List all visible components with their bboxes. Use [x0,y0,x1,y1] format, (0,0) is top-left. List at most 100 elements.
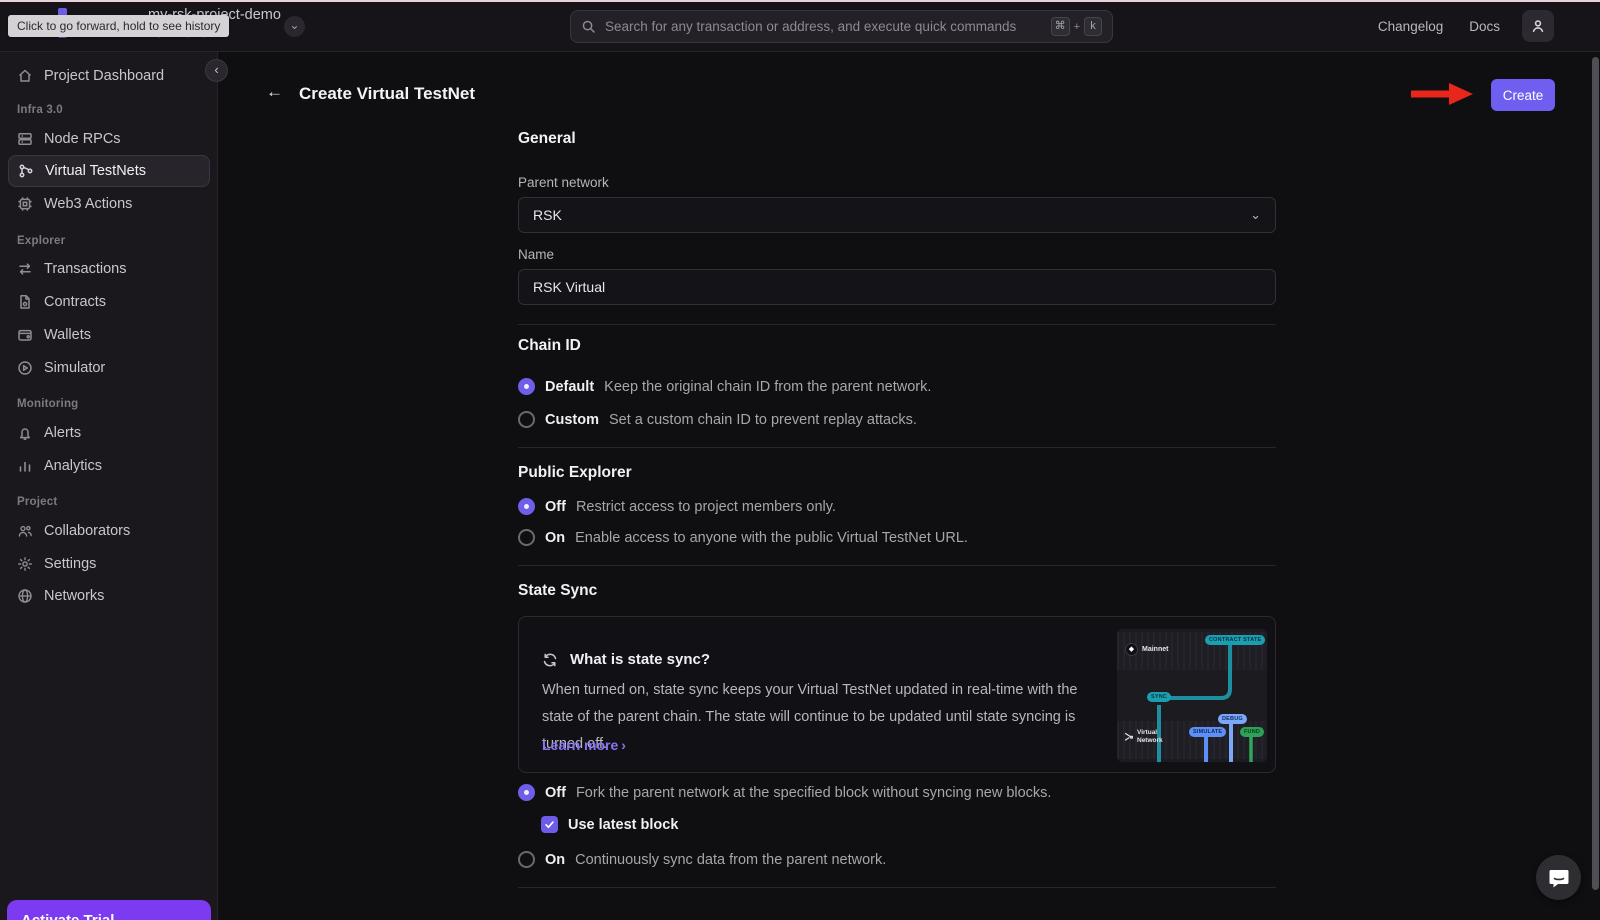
sidebar-item-analytics[interactable]: Analytics [8,450,210,482]
docs-link[interactable]: Docs [1469,19,1500,34]
option-label: On [545,530,565,546]
radio-icon[interactable] [518,378,535,395]
option-desc: Restrict access to project members only. [576,499,836,515]
divider [518,324,1276,325]
sync-badge: SYNC [1147,692,1171,702]
general-heading: General [518,130,1276,148]
cpu-icon [17,196,33,212]
checkbox-checked-icon[interactable] [541,816,558,833]
chevron-right-icon: › [621,737,626,753]
learn-more-label: Learn more [542,737,618,753]
window-top-edge [0,0,1600,2]
sidebar-item-label: Collaborators [44,523,130,539]
radio-public-explorer-off[interactable]: Off Restrict access to project members o… [518,498,1276,515]
fork-icon [1124,732,1133,741]
k-key: k [1084,17,1102,36]
radio-icon[interactable] [518,411,535,428]
history-tooltip: Click to go forward, hold to see history [8,15,229,37]
public-explorer-heading: Public Explorer [518,464,1276,482]
radio-chain-id-default[interactable]: Default Keep the original chain ID from … [518,378,1276,395]
chat-bubble-icon [1547,866,1571,890]
search-icon [581,19,596,34]
sidebar-item-collaborators[interactable]: Collaborators [8,515,210,547]
state-sync-info-body: When turned on, state sync keeps your Vi… [542,677,1102,758]
parent-network-label: Parent network [518,175,1276,190]
mainnet-label: ◆ Mainnet [1125,643,1168,656]
sidebar-item-node-rpcs[interactable]: Node RPCs [8,123,210,155]
search-input[interactable] [605,19,1051,34]
radio-state-sync-off[interactable]: Off Fork the parent network at the speci… [518,784,1276,801]
changelog-link[interactable]: Changelog [1378,19,1443,34]
state-sync-illustration: ◆ Mainnet Virtual Network CONTRACT STATE… [1117,629,1267,762]
divider [518,565,1276,566]
learn-more-link[interactable]: Learn more› [542,737,626,753]
section-label-project: Project [17,496,57,510]
bar-chart-icon [17,458,33,474]
testnet-branch-icon [18,163,34,179]
globe-icon [17,588,33,604]
state-sync-info-title: What is state sync? [570,651,710,668]
sync-icon [542,652,558,668]
sidebar-item-alerts[interactable]: Alerts [8,417,210,449]
play-circle-icon [17,360,33,376]
fund-badge: FUND [1240,727,1264,737]
radio-icon[interactable] [518,784,535,801]
sidebar-item-contracts[interactable]: Contracts [8,286,210,318]
sidebar-item-label: Node RPCs [44,131,121,147]
parent-network-value: RSK [533,207,562,223]
scrollbar-thumb[interactable] [1592,57,1599,890]
chat-widget-button[interactable] [1536,855,1581,900]
option-label: Default [545,379,594,395]
radio-icon[interactable] [518,498,535,515]
contract-state-badge: CONTRACT STATE [1205,635,1265,645]
sidebar-item-wallets[interactable]: Wallets [8,319,210,351]
sidebar-item-virtual-testnets[interactable]: Virtual TestNets [8,155,210,187]
page-title: Create Virtual TestNet [299,84,475,104]
server-icon [17,131,33,147]
option-label: Custom [545,412,599,428]
back-arrow-icon[interactable]: ← [266,82,283,102]
option-desc: Set a custom chain ID to prevent replay … [609,412,917,428]
sidebar-item-simulator[interactable]: Simulator [8,352,210,384]
radio-icon[interactable] [518,851,535,868]
state-sync-info-card: What is state sync? When turned on, stat… [518,616,1276,773]
sidebar-item-settings[interactable]: Settings [8,548,210,580]
sidebar-item-label: Alerts [44,425,81,441]
people-icon [17,523,33,539]
radio-chain-id-custom[interactable]: Custom Set a custom chain ID to prevent … [518,411,1276,428]
debug-badge: DEBUG [1218,714,1247,724]
option-label: Off [545,785,566,801]
section-label-explorer: Explorer [17,235,65,249]
sidebar-item-web3-actions[interactable]: Web3 Actions [8,188,210,220]
use-latest-block-checkbox-row[interactable]: Use latest block [541,816,1276,833]
sidebar-item-label: Analytics [44,458,102,474]
virtual-network-text: Virtual Network [1137,729,1163,744]
option-desc: Continuously sync data from the parent n… [575,852,886,868]
sidebar-item-label: Web3 Actions [44,196,132,212]
plus-separator: + [1074,21,1080,33]
parent-network-select[interactable]: RSK ⌄ [518,197,1276,233]
sidebar-item-transactions[interactable]: Transactions [8,253,210,285]
sidebar: Project Dashboard Infra 3.0 Node RPCs Vi… [0,52,218,920]
radio-state-sync-on[interactable]: On Continuously sync data from the paren… [518,851,1276,868]
sidebar-item-networks[interactable]: Networks [8,580,210,612]
account-button[interactable] [1522,10,1554,42]
global-search[interactable]: ⌘ + k [570,10,1113,43]
name-input[interactable] [533,279,1261,295]
checkbox-label: Use latest block [568,817,678,833]
sidebar-item-label: Settings [44,556,96,572]
topbar-links: Changelog Docs [1378,0,1500,52]
activate-trial-banner[interactable]: Activate Trial No credit card required [7,900,211,920]
radio-public-explorer-on[interactable]: On Enable access to anyone with the publ… [518,529,1276,546]
radio-icon[interactable] [518,529,535,546]
bell-icon [17,425,33,441]
topbar: my-rsk-project-demo my-rsk-project ⌄ Cli… [0,0,1600,52]
option-label: Off [545,499,566,515]
sidebar-collapse-button[interactable]: ‹ [205,59,228,82]
chevron-down-icon[interactable]: ⌄ [284,16,305,37]
state-sync-heading: State Sync [518,582,1276,600]
sidebar-item-label: Transactions [44,261,126,277]
wallet-icon [17,327,33,343]
create-button[interactable]: Create [1491,79,1555,111]
sidebar-item-project-dashboard[interactable]: Project Dashboard [8,60,210,92]
